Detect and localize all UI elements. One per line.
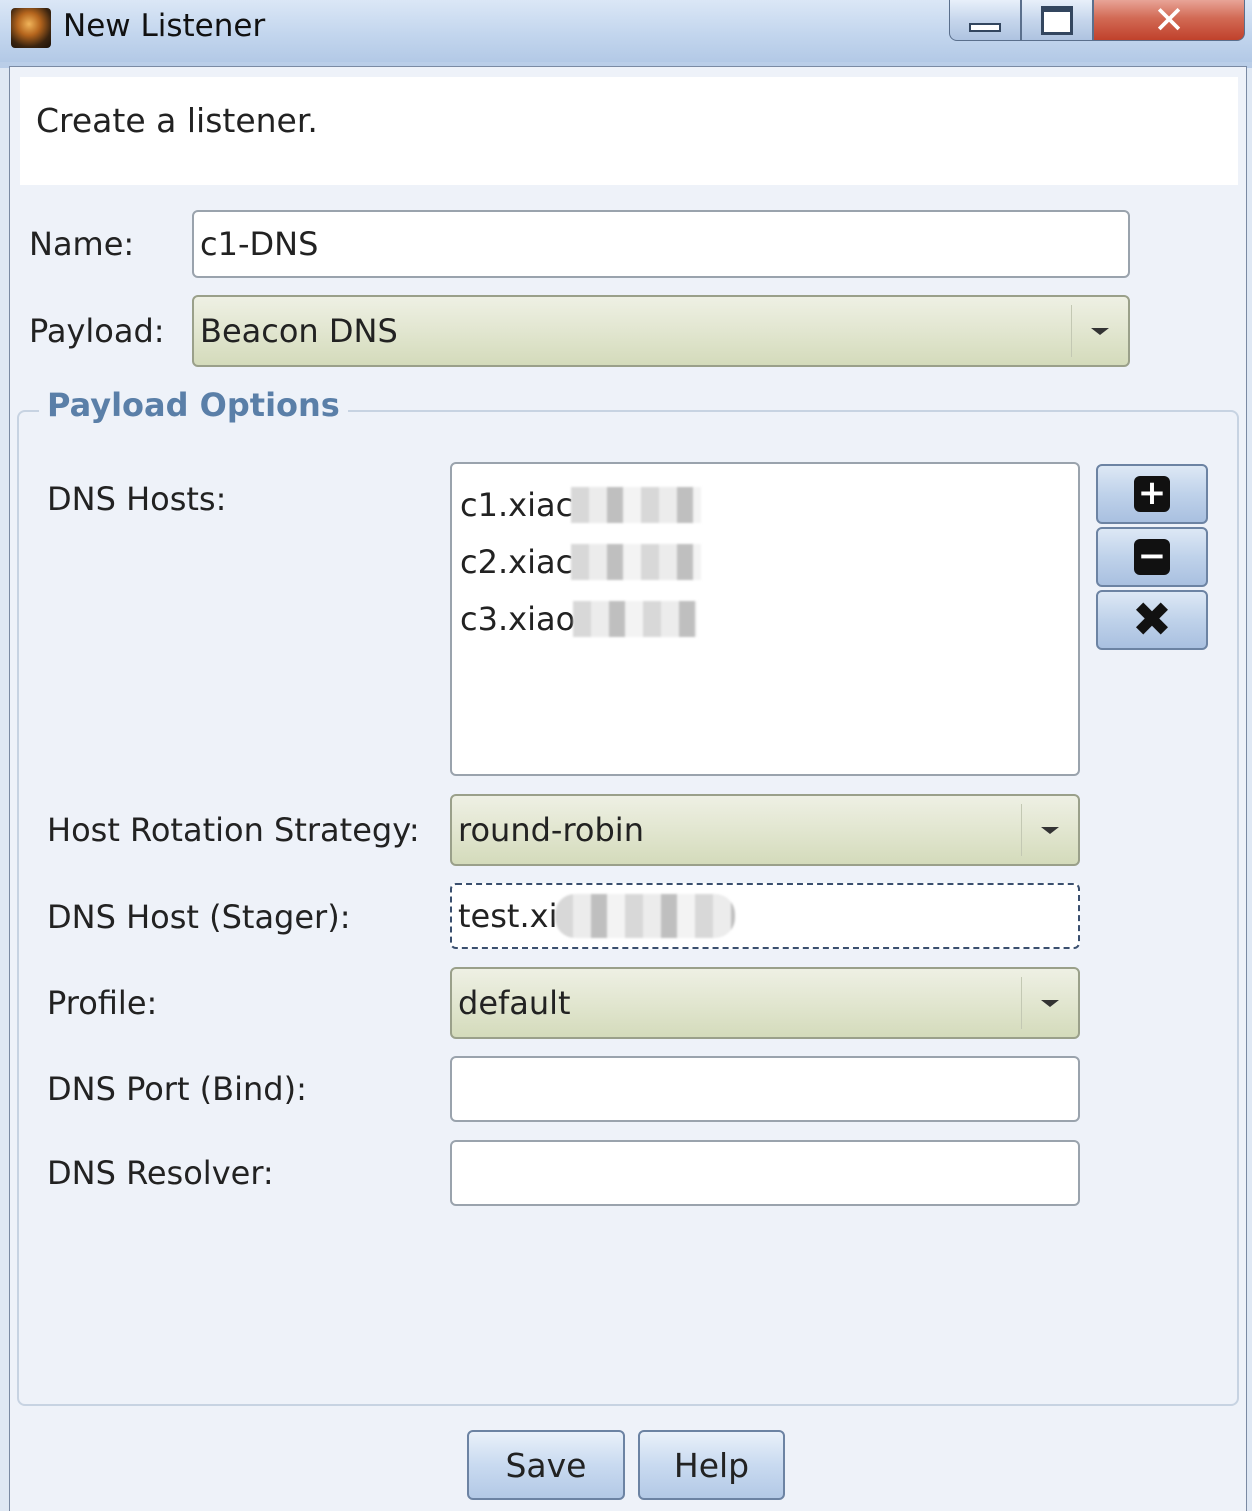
help-button[interactable]: Help [638, 1430, 785, 1500]
new-listener-window: New Listener ✕ Create a listener. Name: … [0, 0, 1252, 1511]
x-icon: ✖ [1131, 592, 1173, 648]
profile-label: Profile: [47, 984, 158, 1022]
payload-options-title: Payload Options [39, 386, 348, 424]
chevron-down-icon [1041, 999, 1059, 1007]
list-item[interactable]: c3.xiao [460, 590, 1070, 647]
rotation-dropdown-arrow[interactable] [1021, 804, 1078, 856]
dialog-body: Create a listener. Name: c1-DNS Payload:… [9, 66, 1247, 1511]
dns-resolver-field[interactable] [450, 1140, 1080, 1206]
header-description: Create a listener. [36, 101, 318, 140]
maximize-icon [1041, 5, 1073, 35]
name-value: c1-DNS [200, 225, 319, 263]
name-field[interactable]: c1-DNS [192, 210, 1130, 278]
chevron-down-icon [1041, 826, 1059, 834]
payload-label: Payload: [29, 312, 165, 350]
name-label: Name: [29, 225, 135, 263]
close-button[interactable]: ✕ [1093, 0, 1245, 42]
save-button[interactable]: Save [467, 1430, 625, 1500]
add-host-button[interactable]: + [1096, 464, 1208, 524]
payload-dropdown-arrow[interactable] [1071, 305, 1128, 357]
dns-hosts-list[interactable]: c1.xiac c2.xiac c3.xiao [450, 462, 1080, 776]
clear-hosts-button[interactable]: ✖ [1096, 590, 1208, 650]
profile-value: default [458, 984, 571, 1022]
stager-host-label: DNS Host (Stager): [47, 898, 351, 936]
profile-dropdown-arrow[interactable] [1021, 977, 1078, 1029]
plus-icon: + [1134, 476, 1170, 512]
window-controls: ✕ [949, 0, 1245, 42]
list-item[interactable]: c1.xiac [460, 476, 1070, 533]
redacted-block [571, 543, 702, 580]
redacted-block [573, 600, 698, 637]
stager-host-field[interactable]: test.xi [450, 883, 1080, 949]
dns-port-label: DNS Port (Bind): [47, 1070, 307, 1108]
rotation-strategy-value: round-robin [458, 811, 644, 849]
list-item[interactable]: c2.xiac [460, 533, 1070, 590]
minimize-icon [969, 22, 1001, 32]
dns-resolver-label: DNS Resolver: [47, 1154, 274, 1192]
dns-port-field[interactable] [450, 1056, 1080, 1122]
minus-icon: − [1134, 539, 1170, 575]
payload-value: Beacon DNS [200, 312, 398, 350]
chevron-down-icon [1091, 327, 1109, 335]
dns-hosts-label: DNS Hosts: [47, 480, 227, 518]
rotation-strategy-label: Host Rotation Strategy: [47, 811, 420, 849]
rotation-strategy-select[interactable]: round-robin [450, 794, 1080, 866]
header-panel: Create a listener. [20, 77, 1238, 185]
maximize-button[interactable] [1021, 0, 1093, 41]
minimize-button[interactable] [949, 0, 1021, 41]
redacted-block [571, 486, 702, 523]
close-icon: ✕ [1153, 0, 1185, 42]
payload-select[interactable]: Beacon DNS [192, 295, 1130, 367]
window-title: New Listener [63, 8, 266, 44]
stager-host-value: test.xi [458, 897, 558, 935]
redacted-block [555, 894, 736, 938]
profile-select[interactable]: default [450, 967, 1080, 1039]
title-bar[interactable]: New Listener ✕ [0, 0, 1252, 62]
app-icon [11, 8, 51, 48]
remove-host-button[interactable]: − [1096, 527, 1208, 587]
